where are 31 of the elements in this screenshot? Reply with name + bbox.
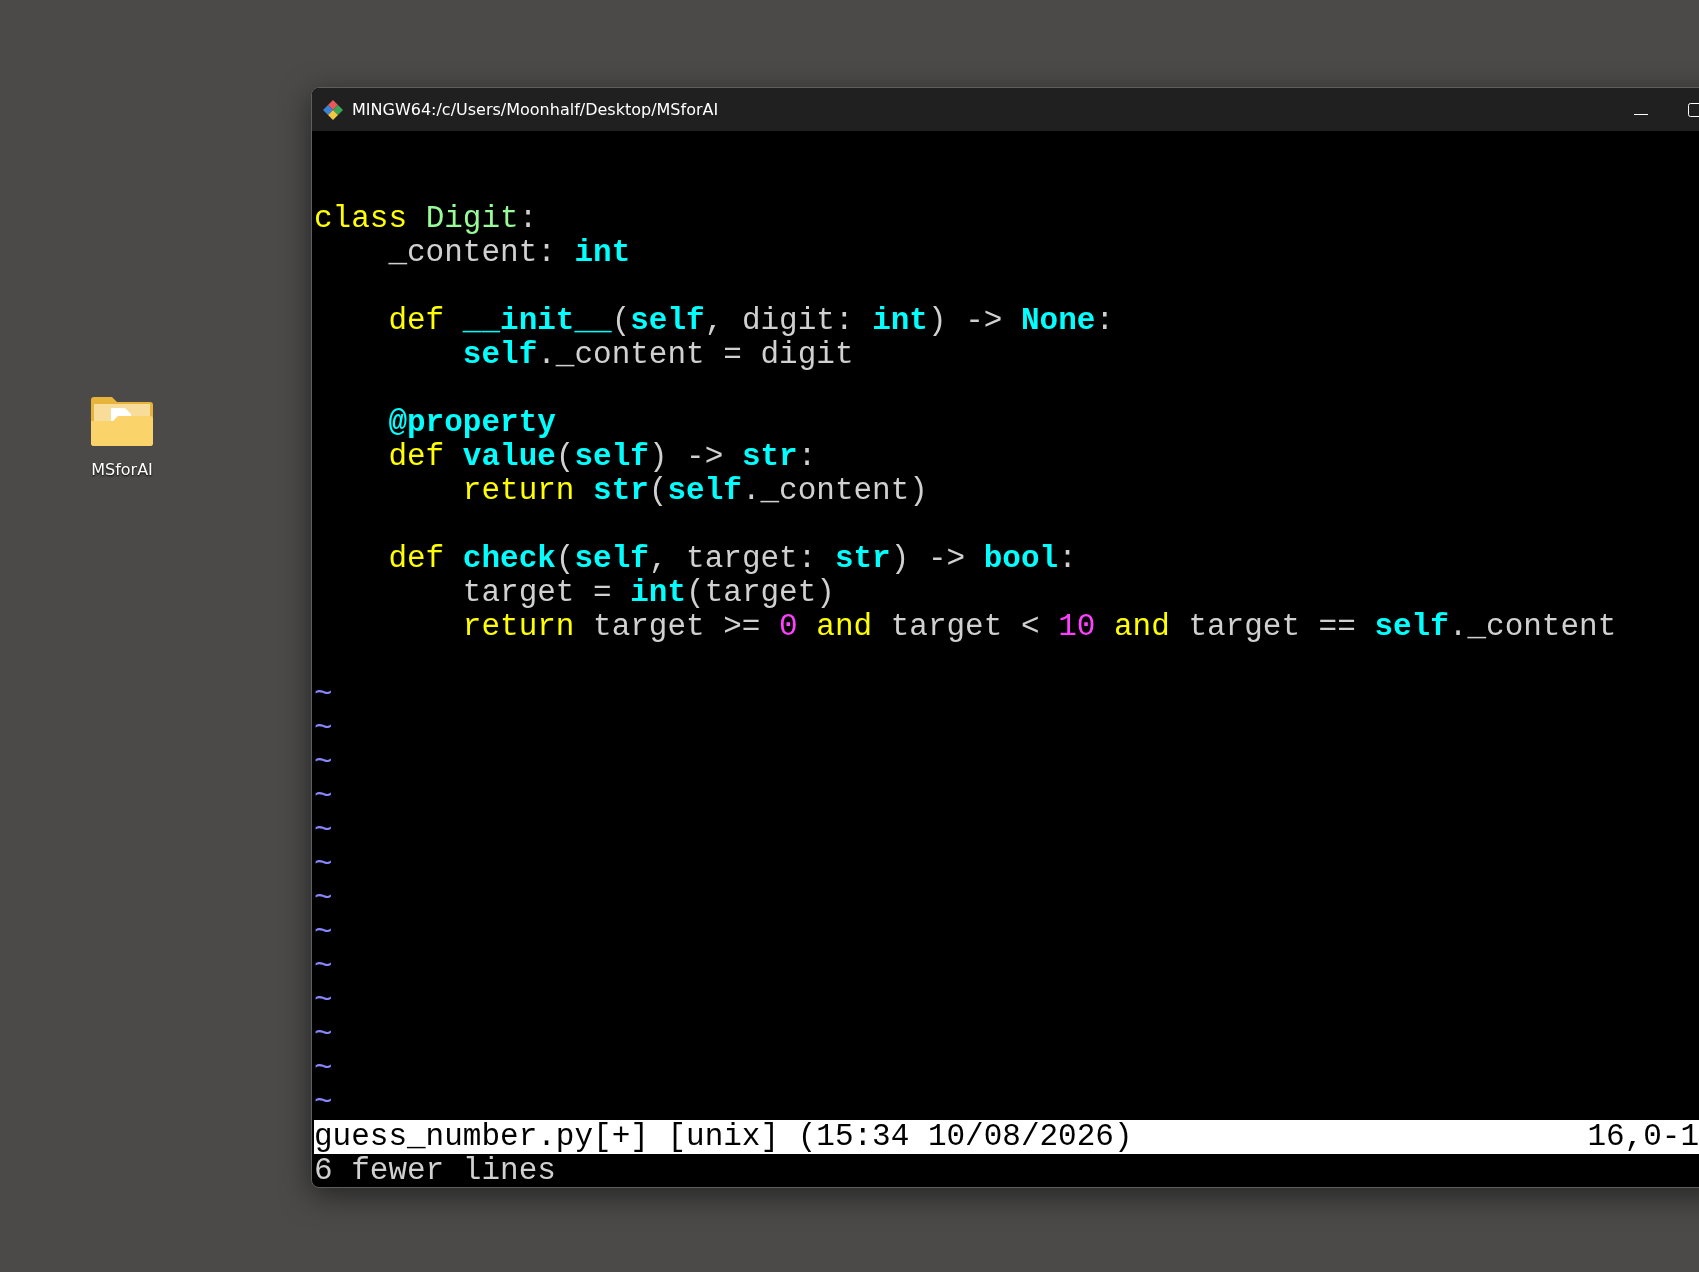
folder-icon[interactable] (89, 394, 155, 448)
empty-line-marker: ~ (314, 678, 333, 712)
code-line: def check(self, target: str) -> bool: (387, 542, 1078, 576)
code-line: def value(self) -> str: (387, 440, 818, 474)
code-line: def __init__(self, digit: int) -> None: (387, 304, 1115, 338)
empty-line-marker: ~ (314, 780, 333, 814)
code-line: return str(self._content) (461, 474, 929, 508)
app-icon (322, 98, 344, 121)
empty-line-marker: ~ (314, 1018, 333, 1052)
file-info: guess_number.py[+] [unix] (15:34 10/08/2026) (314, 1120, 1133, 1154)
cursor-position: 16,0-1 (1587, 1120, 1699, 1154)
empty-line-marker: ~ (314, 882, 333, 916)
code-line: target = int(target) (461, 576, 836, 610)
empty-line-marker: ~ (314, 848, 333, 882)
code-line: @property (387, 406, 557, 440)
message-text: 6 fewer lines (314, 1154, 556, 1187)
icon-label: MSforAI (91, 460, 153, 479)
window-title: MINGW64:/c/Users/Moonhalf/Desktop/MSforAI (352, 100, 719, 119)
empty-line-marker: ~ (314, 1052, 333, 1086)
empty-line-marker: ~ (314, 1086, 333, 1120)
empty-line-marker: ~ (314, 746, 333, 780)
empty-line-marker: ~ (314, 712, 333, 746)
code-line: return target >= 0 and target < 10 and target == self._content (461, 610, 1618, 644)
empty-line-marker: ~ (314, 950, 333, 984)
code-line: _content: int (387, 236, 632, 270)
empty-line-marker: ~ (314, 916, 333, 950)
empty-line-marker: ~ (314, 984, 333, 1018)
minimize-icon (1634, 113, 1648, 115)
code-line: class Digit: (314, 202, 539, 236)
code-line: self._content = digit (461, 338, 855, 372)
empty-line-marker: ~ (314, 814, 333, 848)
